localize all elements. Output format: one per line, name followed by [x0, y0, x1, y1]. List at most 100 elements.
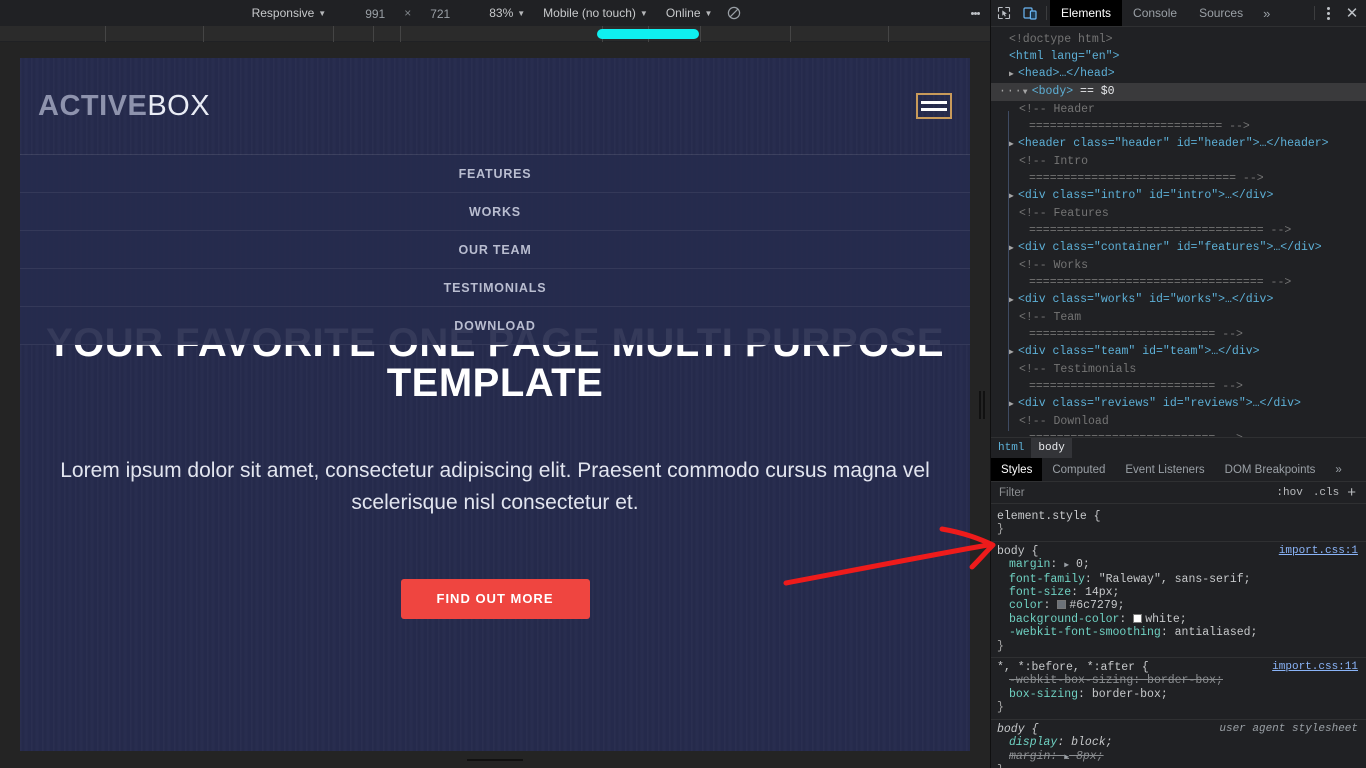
new-style-rule-button[interactable]: +	[1344, 484, 1362, 501]
comment-text: <!-- Testimonials	[1019, 363, 1137, 376]
dom-element-features[interactable]: ▶ <div class="container" id="features">…<…	[991, 239, 1366, 257]
toggle-device-toolbar-icon[interactable]	[1017, 0, 1043, 26]
ruler-tick	[373, 26, 374, 42]
media-query-bar[interactable]	[597, 29, 699, 39]
device-type-selector[interactable]: Mobile (no touch) ▼	[534, 6, 657, 20]
declaration-value[interactable]: #6c7279;	[1069, 599, 1124, 612]
expand-arrow-icon[interactable]: ▶	[1009, 344, 1018, 361]
viewport-height-input[interactable]: 721	[418, 3, 463, 23]
dom-comment-rule: ================================== -->	[991, 274, 1366, 291]
dom-comment: <!-- Download	[991, 413, 1366, 430]
nav-item-testimonials[interactable]: TESTIMONIALS	[20, 269, 970, 307]
media-query-ruler[interactable]	[0, 26, 990, 42]
tabbar-spacer	[1279, 0, 1311, 26]
color-swatch-icon[interactable]	[1057, 600, 1067, 610]
ruler-tick	[105, 26, 106, 42]
tab-computed[interactable]: Computed	[1042, 458, 1115, 481]
dom-element-header[interactable]: ▶ <header class="header" id="header">…</h…	[991, 135, 1366, 153]
expand-arrow-icon[interactable]: ▶	[1009, 240, 1018, 257]
expand-shorthand-icon[interactable]: ▶	[1064, 561, 1069, 570]
tab-sources[interactable]: Sources	[1188, 0, 1254, 26]
dom-tree[interactable]: <!doctype html> <html lang="en"> ▶ <head>…	[991, 27, 1366, 437]
declaration-value[interactable]: 14px;	[1085, 586, 1120, 599]
dom-comment: <!-- Features	[991, 205, 1366, 222]
declaration-name[interactable]: background-color	[1009, 613, 1119, 626]
tab-dom-breakpoints[interactable]: DOM Breakpoints	[1215, 458, 1326, 481]
dom-head-node[interactable]: ▶ <head>…</head>	[991, 65, 1366, 83]
find-out-more-button[interactable]: FIND OUT MORE	[400, 579, 590, 619]
more-tabs-icon[interactable]: »	[1254, 0, 1279, 26]
tab-styles[interactable]: Styles	[991, 458, 1043, 481]
nav-item-works[interactable]: WORKS	[20, 193, 970, 231]
viewport-width-resize-handle[interactable]	[974, 42, 990, 768]
style-rule-body-import[interactable]: body { import.css:1 margin: ▶ 0; font-fa…	[991, 542, 1366, 659]
ruler-tick	[400, 26, 401, 42]
site-logo[interactable]: ACTIVEBOX	[38, 90, 210, 123]
declaration-value[interactable]: 0;	[1076, 558, 1090, 571]
dom-element-works[interactable]: ▶ <div class="works" id="works">…</div>	[991, 291, 1366, 309]
styles-rules-list[interactable]: element.style { } body { import.css:1 ma…	[991, 504, 1366, 768]
expand-arrow-icon[interactable]: ▶	[1009, 188, 1018, 205]
style-rule-universal[interactable]: *, *:before, *:after { import.css:11 -we…	[991, 658, 1366, 720]
expand-arrow-icon[interactable]: ▶	[1009, 396, 1018, 413]
declaration-value[interactable]: antialiased;	[1175, 626, 1258, 639]
tab-elements[interactable]: Elements	[1050, 0, 1123, 26]
dom-body-node[interactable]: ···▼ <body> == $0	[991, 83, 1366, 101]
nav-item-download[interactable]: DOWNLOAD	[20, 307, 970, 345]
comment-text: <!-- Works	[1019, 259, 1089, 272]
declaration-name[interactable]: color	[1009, 599, 1044, 612]
inspect-element-icon[interactable]	[991, 0, 1017, 26]
dom-element-reviews[interactable]: ▶ <div class="reviews" id="reviews">…</di…	[991, 395, 1366, 413]
declaration-value[interactable]: "Raleway", sans-serif;	[1099, 573, 1251, 586]
dom-element-team[interactable]: ▶ <div class="team" id="team">…</div>	[991, 343, 1366, 361]
color-swatch-icon[interactable]	[1133, 613, 1143, 623]
device-preset-selector[interactable]: Responsive ▼	[243, 6, 336, 20]
declaration-name[interactable]: font-family	[1009, 573, 1085, 586]
expand-arrow-icon[interactable]: ▶	[1009, 136, 1018, 153]
style-rule-element-style[interactable]: element.style { }	[991, 507, 1366, 542]
expand-arrow-icon[interactable]: ▶	[1009, 66, 1018, 83]
close-devtools-icon[interactable]: ✕	[1338, 0, 1366, 26]
ruler-tick	[203, 26, 204, 42]
breadcrumb-item-html[interactable]: html	[991, 438, 1031, 458]
device-toolbar-more-options-icon[interactable]	[964, 0, 986, 26]
tab-console[interactable]: Console	[1122, 0, 1188, 26]
viewport-height-resize-handle[interactable]	[0, 752, 990, 768]
no-throttling-icon[interactable]	[721, 0, 747, 26]
zoom-selector[interactable]: 83% ▼	[480, 6, 534, 20]
network-throttling-selector[interactable]: Online ▼	[657, 6, 722, 20]
nav-item-our-team[interactable]: OUR TEAM	[20, 231, 970, 269]
customize-devtools-icon[interactable]	[1318, 0, 1338, 26]
hov-toggle-button[interactable]: :hov	[1271, 487, 1307, 499]
declaration-name[interactable]: font-size	[1009, 586, 1071, 599]
declaration-name[interactable]: -webkit-box-sizing	[1009, 674, 1133, 687]
devtools-responsive-screen: Responsive ▼ 991 × 721 83% ▼ Mobile (no …	[0, 0, 1366, 768]
style-rule-body-ua[interactable]: body { user agent stylesheet display: bl…	[991, 720, 1366, 768]
expand-arrow-icon[interactable]: ▶	[1009, 292, 1018, 309]
declaration-name[interactable]: box-sizing	[1009, 688, 1078, 701]
styles-more-tabs-icon[interactable]: »	[1325, 458, 1351, 481]
collapse-arrow-icon[interactable]: ▼	[1023, 84, 1032, 101]
cls-toggle-button[interactable]: .cls	[1308, 487, 1344, 499]
breadcrumb-item-body[interactable]: body	[1031, 438, 1072, 458]
device-preset-label: Responsive	[251, 6, 315, 20]
hamburger-menu-icon[interactable]	[916, 93, 952, 119]
chevron-down-icon: ▼	[318, 9, 327, 18]
rule-source-link[interactable]: import.css:1	[1279, 545, 1358, 558]
tab-event-listeners[interactable]: Event Listeners	[1115, 458, 1214, 481]
rule-source-link[interactable]: import.css:11	[1272, 661, 1358, 674]
expand-shorthand-icon[interactable]: ▶	[1064, 753, 1069, 762]
declaration-value[interactable]: border-box;	[1147, 674, 1223, 687]
nav-item-features[interactable]: FEATURES	[20, 155, 970, 193]
styles-filter-input[interactable]	[995, 485, 1272, 500]
node-overflow-dots[interactable]: ···	[999, 85, 1023, 98]
declaration-value[interactable]: border-box;	[1092, 688, 1168, 701]
comment-rule: ================================== -->	[1029, 224, 1292, 237]
declaration-value[interactable]: white;	[1145, 613, 1186, 626]
declaration-name[interactable]: -webkit-font-smoothing	[1009, 626, 1161, 639]
declaration-name[interactable]: margin	[1009, 558, 1050, 571]
dom-html-node[interactable]: <html lang="en">	[991, 48, 1366, 65]
viewport-width-input[interactable]: 991	[353, 3, 398, 23]
dom-element-intro[interactable]: ▶ <div class="intro" id="intro">…</div>	[991, 187, 1366, 205]
dom-comment-rule: =========================== -->	[991, 430, 1366, 437]
